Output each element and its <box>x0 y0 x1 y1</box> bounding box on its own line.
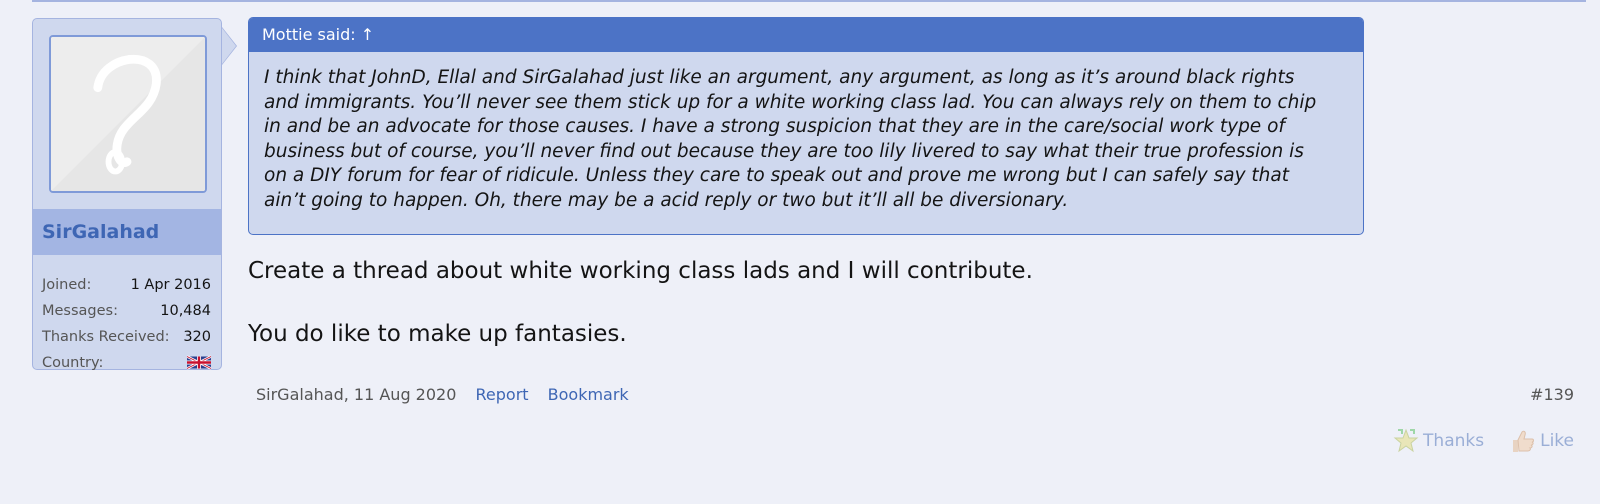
stat-messages: Messages: 10,484 <box>42 301 211 327</box>
message-text-line: You do like to make up fantasies. <box>248 321 627 347</box>
avatar[interactable] <box>49 35 207 193</box>
sidebar-pointer <box>222 28 236 64</box>
message-text-line: Create a thread about white working clas… <box>248 258 1033 284</box>
stat-value: 1 Apr 2016 <box>130 277 211 293</box>
thanks-label: Thanks <box>1423 431 1485 451</box>
stat-country: Country: <box>42 353 211 379</box>
post-footer: SirGalahad, 11 Aug 2020 Report Bookmark <box>256 385 629 404</box>
stat-label: Thanks Received: <box>42 329 170 345</box>
default-avatar-icon <box>51 37 205 191</box>
reaction-bar: Thanks Like <box>1393 428 1574 454</box>
quote-header[interactable]: Mottie said: ↑ <box>249 18 1363 52</box>
quote-body: I think that JohnD, Ellal and SirGalahad… <box>249 52 1363 213</box>
post-number[interactable]: #139 <box>1530 385 1574 404</box>
bookmark-link[interactable]: Bookmark <box>548 385 629 404</box>
stat-joined: Joined: 1 Apr 2016 <box>42 275 211 301</box>
username-link[interactable]: SirGalahad <box>42 221 159 243</box>
post-author-date[interactable]: SirGalahad, 11 Aug 2020 <box>256 385 456 404</box>
quote-line: I think that JohnD, Ellal and SirGalahad… <box>264 67 1295 88</box>
user-stats: Joined: 1 Apr 2016 Messages: 10,484 Than… <box>42 275 211 379</box>
like-button[interactable]: Like <box>1510 428 1574 454</box>
thumbs-up-icon <box>1513 430 1535 452</box>
stat-value[interactable]: 10,484 <box>160 303 211 319</box>
stat-label: Country: <box>42 355 104 371</box>
quote-block: Mottie said: ↑ I think that JohnD, Ellal… <box>248 17 1364 235</box>
report-link[interactable]: Report <box>476 385 529 404</box>
stat-thanks-received: Thanks Received: 320 <box>42 327 211 353</box>
stat-label: Messages: <box>42 303 118 319</box>
quote-line: and immigrants. You’ll never see them st… <box>264 91 1317 113</box>
top-divider <box>32 0 1586 2</box>
thanks-button[interactable]: Thanks <box>1393 428 1484 454</box>
stat-value: 320 <box>183 329 211 345</box>
star-icon <box>1393 428 1419 453</box>
user-info-panel: SirGalahad Joined: 1 Apr 2016 Messages: … <box>32 18 222 371</box>
quote-line: in and be an advocate for those causes. … <box>264 116 1285 137</box>
stat-label: Joined: <box>42 277 92 293</box>
quote-line: on a DIY forum for fear of ridicule. Unl… <box>264 165 1289 186</box>
like-label: Like <box>1540 431 1574 451</box>
quote-line: ain’t going to happen. Oh, there may be … <box>264 189 1069 211</box>
uk-flag-icon <box>187 355 211 370</box>
quote-line: business but of course, you’ll never fin… <box>264 140 1304 162</box>
username-bar: SirGalahad <box>33 209 221 255</box>
